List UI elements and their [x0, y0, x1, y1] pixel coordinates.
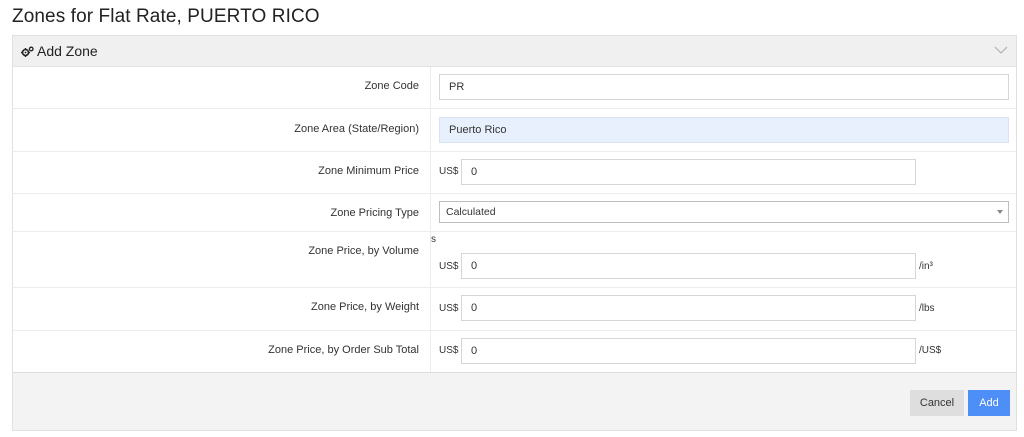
zone-price-volume-row: Zone Price, by Volume s US$ 0 /in³: [13, 232, 1016, 288]
zone-price-volume-label: Zone Price, by Volume: [308, 245, 419, 257]
zone-min-price-input[interactable]: 0: [461, 159, 916, 185]
zone-min-price-label: Zone Minimum Price: [318, 165, 419, 177]
panel-header[interactable]: Add Zone: [13, 36, 1016, 67]
gears-icon: [21, 46, 34, 57]
zone-code-label: Zone Code: [364, 80, 419, 92]
volume-unit-suffix: /in³: [919, 261, 933, 272]
subtotal-unit-suffix: /US$: [919, 345, 942, 356]
zone-price-subtotal-input[interactable]: 0: [461, 338, 916, 364]
stray-text: s: [431, 234, 436, 245]
zone-code-row: Zone Code PR: [13, 67, 1016, 109]
zone-pricing-type-select[interactable]: Calculated: [439, 201, 1009, 223]
zone-area-row: Zone Area (State/Region) Puerto Rico: [13, 109, 1016, 152]
panel-footer: Cancel Add: [13, 372, 1016, 430]
zone-pricing-type-label: Zone Pricing Type: [330, 207, 419, 219]
select-value: Calculated: [446, 206, 496, 218]
zone-price-weight-input[interactable]: 0: [461, 295, 916, 321]
add-zone-panel: Add Zone Zone Code PR Zone Area (State/R…: [12, 35, 1017, 431]
zone-price-weight-row: Zone Price, by Weight US$ 0 /lbs: [13, 288, 1016, 331]
zone-pricing-type-row: Zone Pricing Type Calculated: [13, 194, 1016, 232]
caret-down-icon: [997, 210, 1003, 214]
currency-prefix: US$: [439, 345, 459, 356]
currency-prefix: US$: [439, 166, 459, 177]
zone-price-subtotal-row: Zone Price, by Order Sub Total US$ 0 /US…: [13, 331, 1016, 372]
cancel-button[interactable]: Cancel: [910, 390, 964, 416]
currency-prefix: US$: [439, 303, 459, 314]
zone-area-label: Zone Area (State/Region): [294, 123, 419, 135]
page-title: Zones for Flat Rate, PUERTO RICO: [12, 6, 320, 27]
add-button[interactable]: Add: [968, 390, 1010, 416]
zone-price-subtotal-label: Zone Price, by Order Sub Total: [268, 344, 419, 356]
chevron-down-icon[interactable]: [994, 45, 1008, 55]
currency-prefix: US$: [439, 261, 459, 272]
zone-price-volume-input[interactable]: 0: [461, 253, 916, 279]
zone-min-price-row: Zone Minimum Price US$ 0: [13, 152, 1016, 194]
zone-code-input[interactable]: PR: [439, 74, 1009, 100]
zone-area-input[interactable]: Puerto Rico: [439, 117, 1009, 143]
zone-price-weight-label: Zone Price, by Weight: [310, 301, 419, 313]
panel-title: Add Zone: [37, 43, 98, 59]
weight-unit-suffix: /lbs: [919, 303, 935, 314]
